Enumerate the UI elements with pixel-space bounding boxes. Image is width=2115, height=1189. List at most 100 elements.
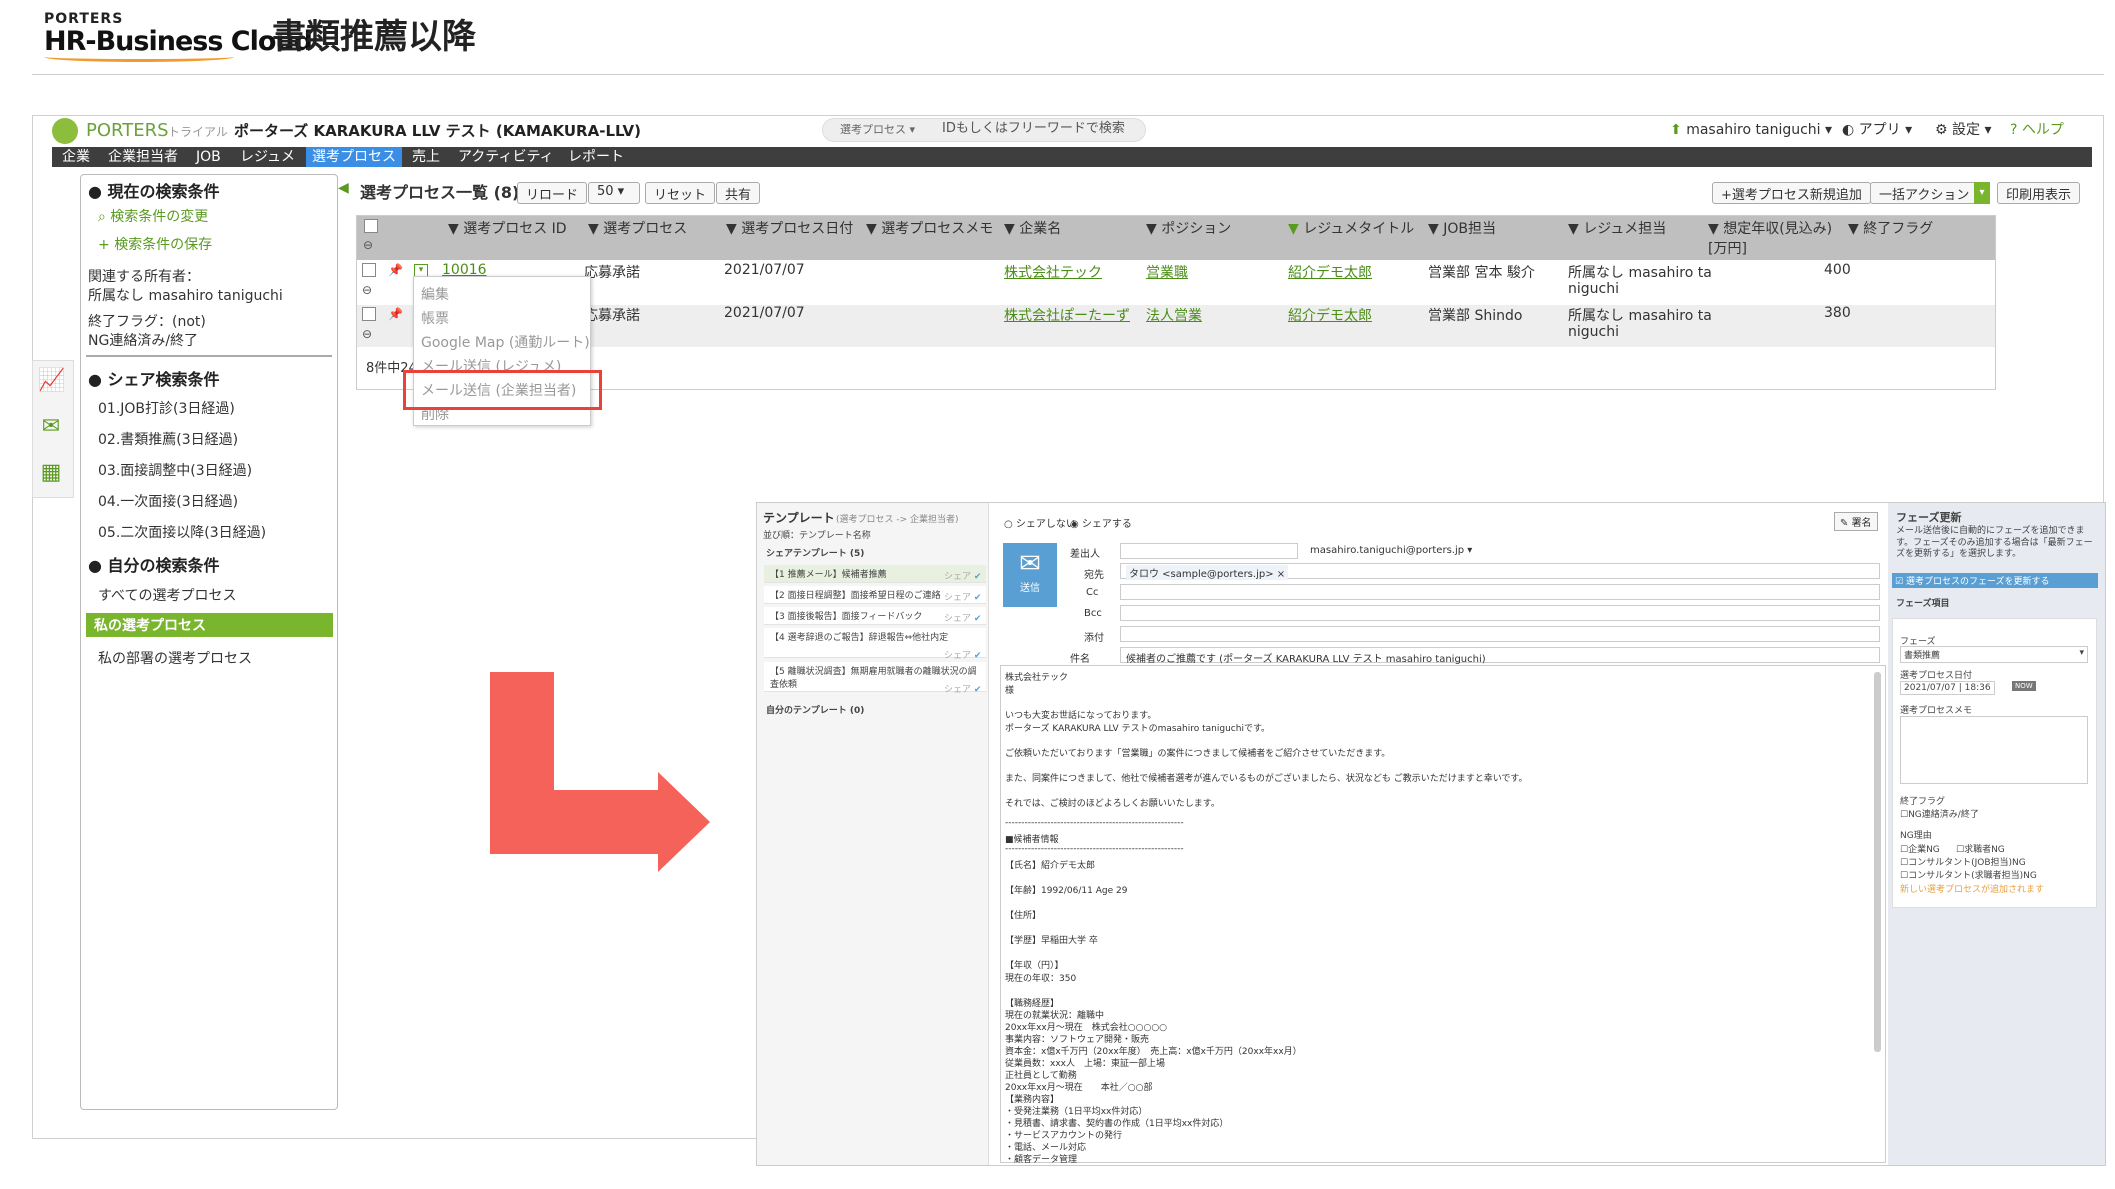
ng-checkbox[interactable]: ☐求職者NG: [1956, 842, 2005, 855]
col-process-memo[interactable]: ▼ 選考プロセスメモ: [866, 218, 993, 238]
ng-checkbox[interactable]: ☐コンサルタント(求職者担当)NG: [1900, 868, 2037, 881]
share-no-radio[interactable]: ○ シェアしない: [1004, 515, 1076, 530]
bulk-action-button[interactable]: 一括アクション: [1870, 182, 1979, 204]
ng-checkbox[interactable]: ☐コンサルタント(JOB担当)NG: [1900, 855, 2026, 868]
menu-item-googlemap[interactable]: Google Map (通勤ルート): [421, 332, 590, 352]
sender-select[interactable]: masahiro.taniguchi@porters.jp ▾: [1310, 545, 1472, 556]
nav-sales[interactable]: 売上: [406, 147, 446, 167]
my-item-selected[interactable]: 私の選考プロセス: [86, 613, 333, 637]
body-line: 【年収（円）】: [1005, 961, 1064, 971]
share-item[interactable]: 02.書類推薦(3日経過): [98, 429, 238, 449]
col-resume-title[interactable]: ▼ レジュメタイトル: [1288, 218, 1414, 238]
phase-memo-field[interactable]: [1900, 716, 2088, 784]
cell-salary: 400: [1824, 262, 1851, 278]
nav-company-contact[interactable]: 企業担当者: [102, 147, 184, 167]
body-scrollbar[interactable]: [1874, 672, 1881, 1052]
bulk-dropdown-icon[interactable]: ▾: [1974, 182, 1990, 204]
menu-item-form[interactable]: 帳票: [421, 308, 449, 328]
row-checkbox[interactable]: [362, 263, 376, 277]
row-menu-icon[interactable]: ⊖: [362, 283, 372, 297]
cell-resume-owner: 所属なし masahiro ta: [1568, 308, 1712, 324]
cell-position[interactable]: 法人営業: [1146, 305, 1202, 325]
cell-resume[interactable]: 紹介デモ太郎: [1288, 262, 1372, 282]
chart-icon[interactable]: 📈: [38, 368, 65, 394]
mail-icon: ✉: [1019, 549, 1041, 579]
template-share-tag: シェア ✔: [944, 614, 982, 624]
phase-select[interactable]: 書類推薦 ▾: [1900, 646, 2088, 663]
nav-process[interactable]: 選考プロセス: [306, 147, 402, 167]
cc-field[interactable]: [1120, 584, 1880, 600]
col-company[interactable]: ▼ 企業名: [1004, 218, 1061, 238]
print-button[interactable]: 印刷用表示: [1997, 182, 2081, 204]
ng-checkbox[interactable]: ☐企業NG: [1900, 842, 1940, 855]
share-button[interactable]: 共有: [716, 182, 761, 204]
col-process[interactable]: ▼ 選考プロセス: [588, 218, 687, 238]
nav-activity[interactable]: アクティビティ: [452, 147, 560, 167]
row-checkbox[interactable]: [362, 307, 376, 321]
to-chip[interactable]: タロウ <sample@porters.jp> ×: [1126, 565, 1289, 580]
ng-reason-label: NG理由: [1900, 831, 1932, 841]
pin-icon[interactable]: 📌: [388, 307, 403, 321]
share-item[interactable]: 04.一次面接(3日経過): [98, 491, 238, 511]
trial-badge: トライアル: [168, 125, 228, 139]
phase-update-checkbox[interactable]: ☑ 選考プロセスのフェーズを更新する: [1892, 573, 2098, 588]
pin-icon[interactable]: 📌: [388, 263, 403, 277]
cell-resume[interactable]: 紹介デモ太郎: [1288, 305, 1372, 325]
col-job-owner[interactable]: ▼ JOB担当: [1428, 218, 1496, 238]
body-line: ・顧客データ管理: [1005, 1155, 1078, 1165]
cell-company[interactable]: 株式会社ぽーたーず: [1004, 305, 1130, 325]
search-type-select[interactable]: 選考プロセス ▾: [840, 123, 915, 137]
menu-item-edit[interactable]: 編集: [421, 284, 449, 304]
change-conditions-link[interactable]: ⌕ 検索条件の変更: [98, 206, 208, 226]
phase-now-button[interactable]: NOW: [2012, 681, 2036, 691]
col-salary[interactable]: ▼ 想定年収(見込み): [1708, 218, 1832, 238]
nav-resume[interactable]: レジュメ: [234, 147, 301, 167]
topbar-brand[interactable]: PORTERS: [86, 120, 169, 143]
sender-label: 差出人: [1070, 549, 1100, 560]
help-menu[interactable]: ? ヘルプ: [2010, 122, 2064, 140]
nav-job[interactable]: JOB: [190, 147, 227, 167]
cell-date: 2021/07/07: [724, 305, 805, 321]
user-menu[interactable]: ⬆ masahiro taniguchi ▾: [1670, 122, 1832, 140]
save-conditions-link[interactable]: + 検索条件の保存: [98, 234, 212, 254]
body-line: いつも大変お世話になっております。: [1005, 711, 1157, 721]
settings-menu[interactable]: ⚙ 設定 ▾: [1935, 122, 1992, 140]
mail-icon[interactable]: ✉: [38, 414, 64, 440]
col-position[interactable]: ▼ ポジション: [1146, 218, 1231, 238]
reset-button[interactable]: リセット: [645, 182, 716, 204]
template-sort[interactable]: 並び順：テンプレート名称: [763, 528, 871, 541]
end-flag-checkbox[interactable]: ☐NG連絡済み/終了: [1900, 807, 1979, 820]
nav-company[interactable]: 企業: [56, 147, 96, 167]
share-item[interactable]: 05.二次面接以降(3日経過): [98, 522, 266, 542]
cell-company[interactable]: 株式会社テック: [1004, 262, 1102, 282]
phase-date-input[interactable]: 2021/07/07 | 18:36: [1900, 681, 1995, 695]
my-item[interactable]: すべての選考プロセス: [98, 585, 236, 605]
my-item[interactable]: 私の部署の選考プロセス: [98, 648, 252, 668]
share-item[interactable]: 03.面接調整中(3日経過): [98, 460, 252, 480]
add-process-button[interactable]: +選考プロセス新規追加: [1712, 182, 1871, 204]
sender-name-field[interactable]: [1120, 543, 1298, 559]
cell-position[interactable]: 営業職: [1146, 262, 1188, 282]
bcc-field[interactable]: [1120, 605, 1880, 621]
template-share-tag: シェア ✔: [944, 685, 982, 695]
attach-field[interactable]: [1120, 626, 1880, 642]
template-share-tag: シェア ✔: [944, 593, 982, 603]
col-process-id[interactable]: ▼ 選考プロセス ID: [448, 218, 567, 238]
share-item[interactable]: 01.JOB打診(3日経過): [98, 398, 235, 418]
sign-button[interactable]: ✎ 署名: [1834, 512, 1878, 531]
nav-report[interactable]: レポート: [562, 147, 630, 167]
calendar-icon[interactable]: ▦: [38, 460, 64, 486]
search-placeholder: IDもしくはフリーワードで検索: [942, 121, 1125, 136]
collapse-sidebar-icon[interactable]: ◀: [338, 180, 349, 196]
send-button[interactable]: ✉ 送信: [1003, 543, 1057, 607]
select-all-checkbox[interactable]: [364, 219, 378, 233]
col-resume-owner[interactable]: ▼ レジュメ担当: [1568, 218, 1666, 238]
header-menu-icon[interactable]: ⊖: [363, 238, 373, 252]
col-process-date[interactable]: ▼ 選考プロセス日付: [726, 218, 853, 238]
share-yes-radio[interactable]: ◉ シェアする: [1070, 515, 1132, 530]
row-menu-icon[interactable]: ⊖: [362, 327, 372, 341]
apps-menu[interactable]: ◐ アプリ ▾: [1842, 122, 1912, 140]
col-end-flag[interactable]: ▼ 終了フラグ: [1848, 218, 1933, 238]
reload-button[interactable]: リロード: [517, 182, 588, 204]
per-page-select[interactable]: 50 ▾: [588, 182, 640, 204]
